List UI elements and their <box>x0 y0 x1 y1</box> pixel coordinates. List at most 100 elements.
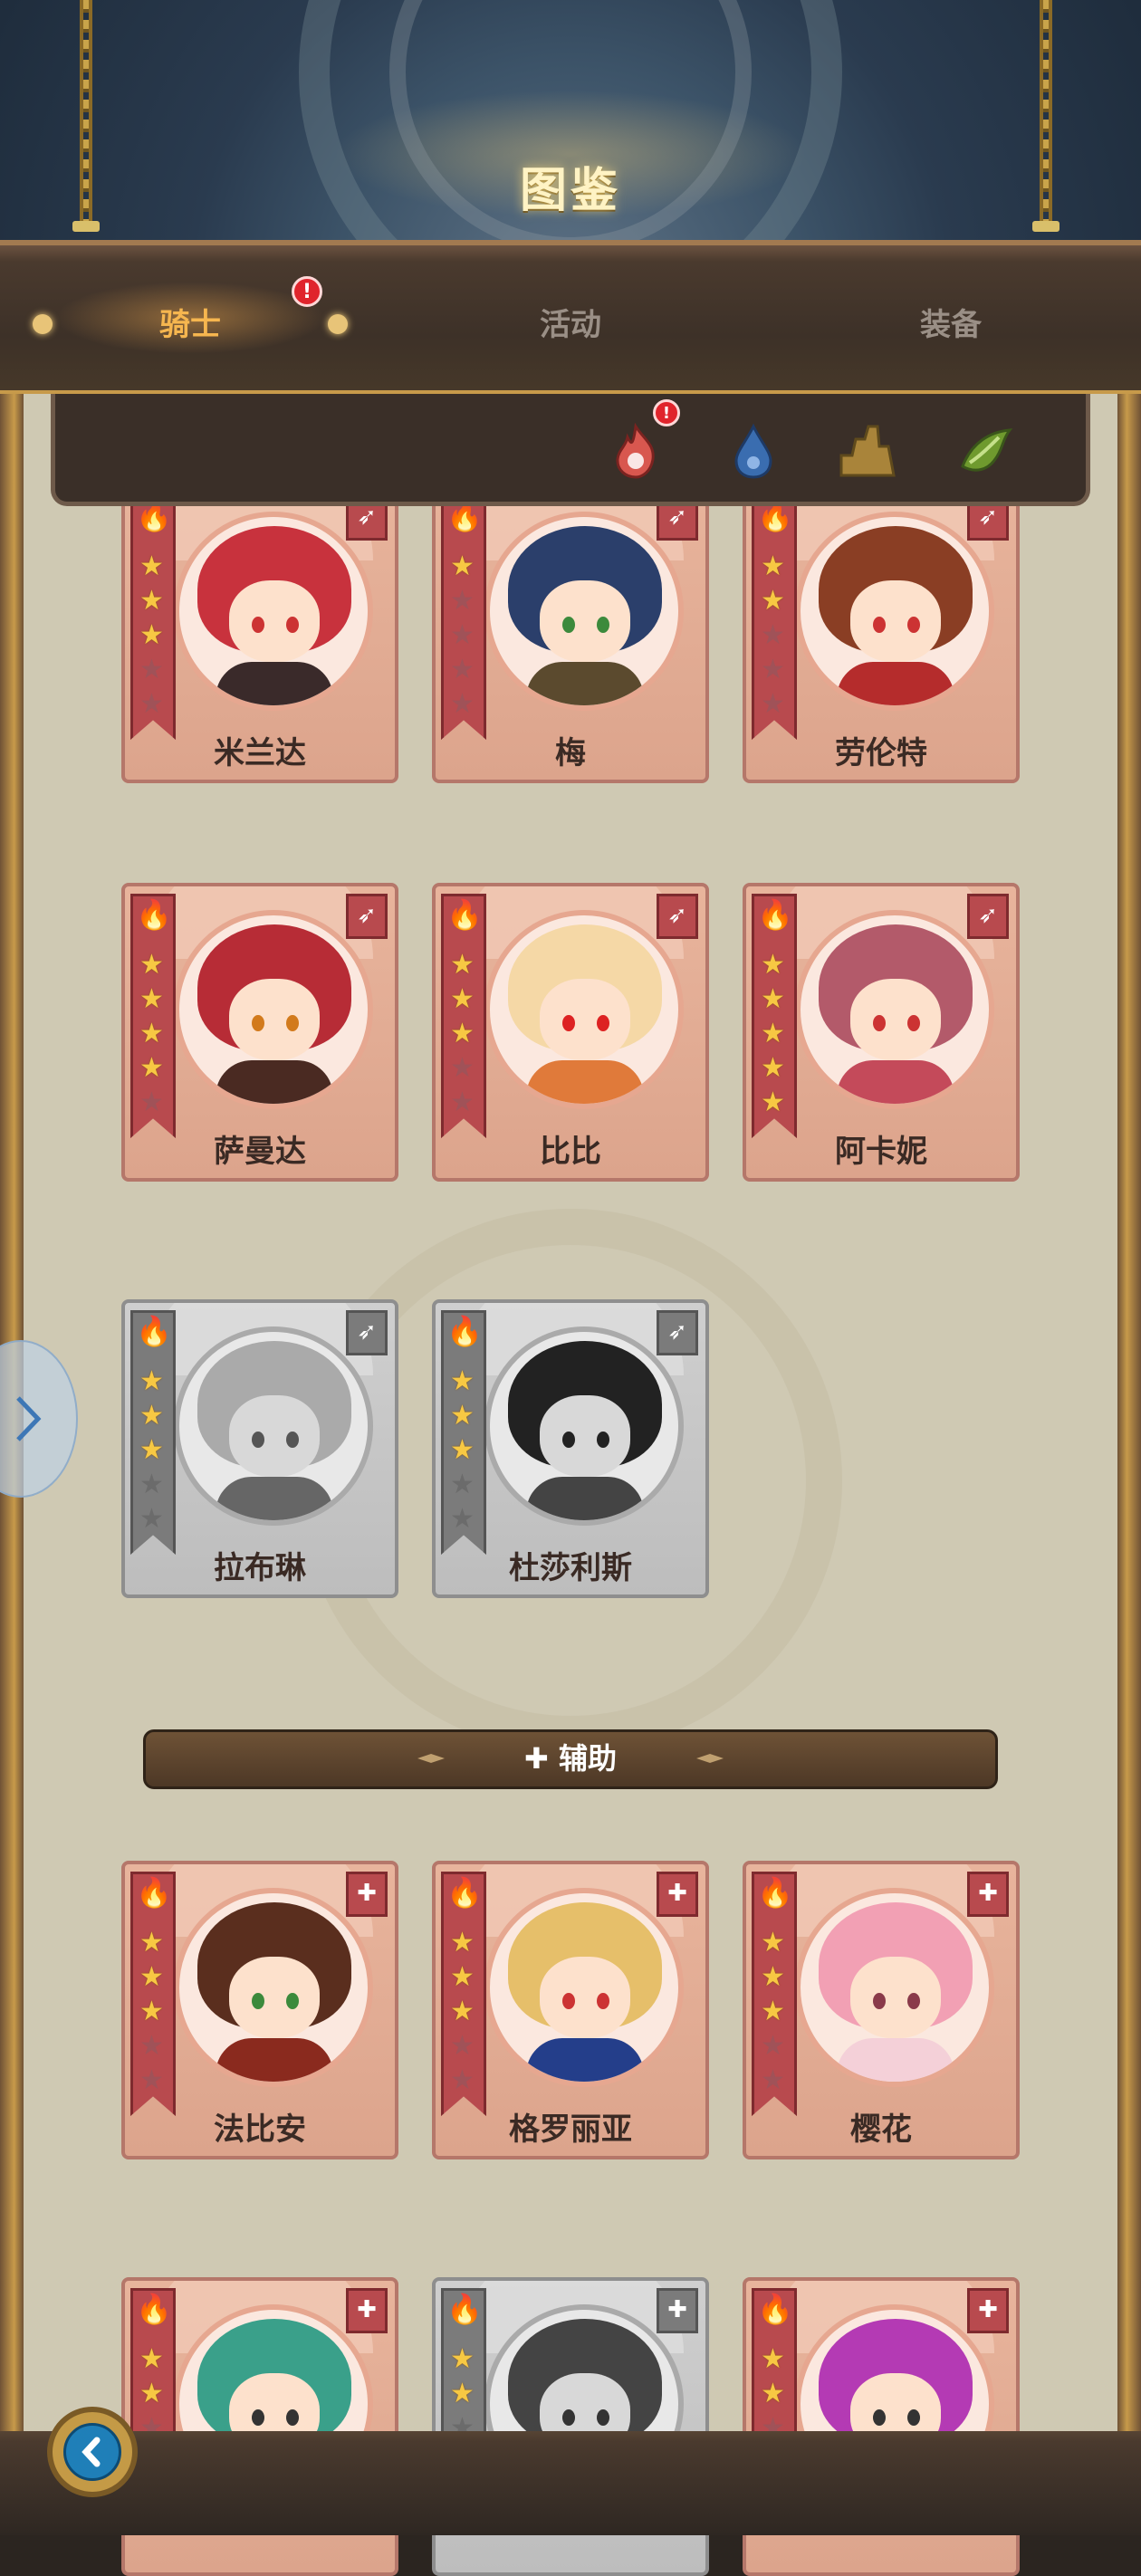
character-card[interactable]: 🔥 ✚ ★ ★ ★ ★ ★ 法比安 <box>121 1861 398 2159</box>
character-card[interactable]: 🔥 ➶ ★ ★ ★ ★ ★ 拉布琳 <box>121 1299 398 1598</box>
star-empty-icon: ★ <box>761 2064 785 2096</box>
star-filled-icon: ★ <box>139 2378 164 2409</box>
frame-right <box>1117 394 1141 2431</box>
character-card[interactable]: 🔥 ➶ ★ ★ ★ ★ ★ 比比 <box>432 883 709 1182</box>
star-filled-icon: ★ <box>761 983 785 1015</box>
character-card[interactable]: 🔥 ✚ ★ ★ ★ ★ ★ 格罗丽亚 <box>432 1861 709 2159</box>
portrait-body <box>526 2038 644 2082</box>
star-filled-icon: ★ <box>450 551 475 582</box>
ranged-class-icon: ➶ <box>967 894 1009 939</box>
character-card[interactable]: 🔥 ➶ ★ ★ ★ ★ ★ 米兰达 <box>121 484 398 783</box>
star-filled-icon: ★ <box>139 1018 164 1049</box>
star-filled-icon: ★ <box>761 1087 785 1118</box>
character-portrait <box>174 1326 373 1526</box>
star-rating: ★★★★★ <box>450 550 481 722</box>
star-rating: ★★★★★ <box>139 550 170 722</box>
support-class-icon: ✚ <box>346 1872 388 1917</box>
character-portrait <box>484 910 684 1109</box>
character-name: 劳伦特 <box>835 735 927 771</box>
star-rating: ★★★★★ <box>139 1926 170 2098</box>
star-filled-icon: ★ <box>761 2343 785 2375</box>
tab-events[interactable]: 活动 <box>453 300 688 344</box>
portrait-eye <box>907 2409 920 2426</box>
tab-equipment[interactable]: 装备 <box>833 300 1069 344</box>
back-arrow-icon <box>63 2423 121 2481</box>
character-portrait <box>795 512 994 711</box>
portrait-eye <box>597 1432 609 1448</box>
star-filled-icon: ★ <box>450 1400 475 1432</box>
portrait-body <box>837 1060 954 1104</box>
ranged-class-icon: ➶ <box>657 1310 698 1355</box>
portrait-eye <box>907 1993 920 2009</box>
portrait-body <box>837 2038 954 2082</box>
star-filled-icon: ★ <box>761 1052 785 1084</box>
portrait-eye <box>873 1015 886 1031</box>
star-filled-icon: ★ <box>761 1927 785 1958</box>
diamond-ornament <box>696 1754 724 1763</box>
star-filled-icon: ★ <box>139 619 164 651</box>
star-filled-icon: ★ <box>761 585 785 617</box>
star-empty-icon: ★ <box>450 619 475 651</box>
star-empty-icon: ★ <box>139 1469 164 1500</box>
star-filled-icon: ★ <box>761 551 785 582</box>
fire-element-icon[interactable] <box>604 419 667 483</box>
star-rating: ★★★★★ <box>139 1365 170 1537</box>
star-rating: ★★★★★ <box>139 948 170 1120</box>
character-portrait <box>484 1888 684 2087</box>
earth-element-icon[interactable] <box>836 419 899 483</box>
fire-element-icon: 🔥 <box>136 1314 172 1348</box>
character-card[interactable]: 🔥 ➶ ★ ★ ★ ★ ★ 梅 <box>432 484 709 783</box>
ranged-class-icon: ➶ <box>346 1310 388 1355</box>
star-filled-icon: ★ <box>761 1996 785 2027</box>
portrait-eye <box>252 1015 264 1031</box>
character-card[interactable]: 🔥 ✚ ★ ★ ★ ★ ★ 樱花 <box>743 1861 1020 2159</box>
tab-dot-right <box>328 314 348 334</box>
tab-knights[interactable]: 骑士 <box>72 300 308 344</box>
portrait-face <box>229 1395 320 1477</box>
wind-element-icon[interactable] <box>954 419 1017 483</box>
star-empty-icon: ★ <box>450 585 475 617</box>
star-filled-icon: ★ <box>450 1365 475 1397</box>
star-empty-icon: ★ <box>139 1087 164 1118</box>
main-content: 🔥 ➶ ★ ★ ★ ★ ★ 米兰达 🔥 ➶ ★ ★ ★ ★ ★ 梅 🔥 ➶ ★ ★ ★ ★ ★ 劳伦特 🔥 ➶ ★ ★ ★ ★ ★ 萨曼达 🔥 ➶… <box>0 394 1141 2576</box>
star-filled-icon: ★ <box>139 1961 164 1993</box>
portrait-body <box>526 1060 644 1104</box>
star-filled-icon: ★ <box>450 949 475 981</box>
chain-cap-right <box>1032 221 1060 232</box>
character-card[interactable]: 🔥 ➶ ★ ★ ★ ★ ★ 萨曼达 <box>121 883 398 1182</box>
portrait-eye <box>907 617 920 633</box>
portrait-eye <box>597 2409 609 2426</box>
star-empty-icon: ★ <box>761 654 785 685</box>
character-name: 萨曼达 <box>214 1134 306 1170</box>
star-filled-icon: ★ <box>761 1018 785 1049</box>
back-button[interactable] <box>47 2407 138 2497</box>
star-empty-icon: ★ <box>450 1503 475 1535</box>
star-rating: ★★★★★ <box>761 948 791 1120</box>
character-card[interactable]: 🔥 ➶ ★ ★ ★ ★ ★ 杜莎利斯 <box>432 1299 709 1598</box>
portrait-eye <box>597 1993 609 2009</box>
star-empty-icon: ★ <box>450 688 475 720</box>
star-empty-icon: ★ <box>450 1087 475 1118</box>
star-empty-icon: ★ <box>139 1503 164 1535</box>
ranged-class-icon: ➶ <box>657 894 698 939</box>
portrait-eye <box>597 617 609 633</box>
fire-element-icon: 🔥 <box>757 1875 793 1910</box>
star-empty-icon: ★ <box>761 619 785 651</box>
element-filter-bar: ! <box>51 394 1090 506</box>
water-element-icon[interactable] <box>722 419 785 483</box>
header: 图鉴 <box>0 0 1141 344</box>
chevron-right-icon <box>16 1396 42 1441</box>
star-empty-icon: ★ <box>450 654 475 685</box>
star-filled-icon: ★ <box>139 585 164 617</box>
portrait-face <box>540 979 630 1060</box>
character-card[interactable]: 🔥 ➶ ★ ★ ★ ★ ★ 阿卡妮 <box>743 883 1020 1182</box>
star-filled-icon: ★ <box>450 983 475 1015</box>
star-filled-icon: ★ <box>139 1365 164 1397</box>
fire-element-icon: 🔥 <box>446 1875 483 1910</box>
fire-element-icon: 🔥 <box>446 1314 483 1348</box>
star-empty-icon: ★ <box>139 654 164 685</box>
portrait-face <box>540 580 630 662</box>
character-card[interactable]: 🔥 ➶ ★ ★ ★ ★ ★ 劳伦特 <box>743 484 1020 783</box>
star-empty-icon: ★ <box>450 1469 475 1500</box>
portrait-face <box>850 1957 941 2038</box>
